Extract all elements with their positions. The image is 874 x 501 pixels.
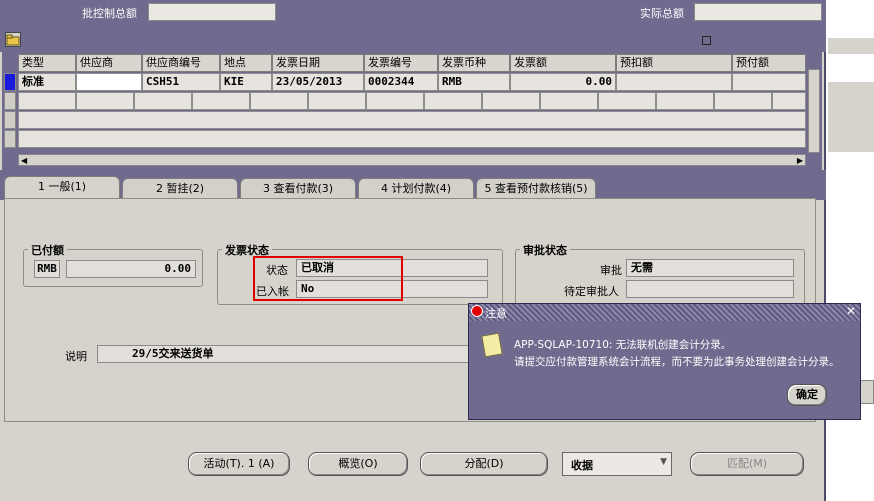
table-row[interactable] <box>18 111 806 129</box>
close-icon[interactable]: ✕ <box>846 304 856 318</box>
receipt-select-value: 收据 <box>571 459 593 472</box>
paid-currency: RMB <box>34 260 60 278</box>
cell-invoice-date[interactable]: 23/05/2013 <box>272 73 364 91</box>
col-header-invoice-date: 发票日期 <box>272 54 364 72</box>
background-window <box>828 0 874 501</box>
tab-view-payments[interactable]: 3 查看付款(3) <box>240 178 356 200</box>
toolbar-row <box>0 26 826 52</box>
row-indicator-current[interactable] <box>4 73 16 91</box>
dialog-title: 注意 <box>485 307 507 320</box>
paid-group-title: 已付额 <box>28 242 67 258</box>
oracle-icon <box>471 305 483 317</box>
background-strip <box>828 38 874 54</box>
col-header-invoice-amount: 发票额 <box>510 54 616 72</box>
pending-approver-label: 待定审批人 <box>564 285 619 298</box>
dialog-message-line1: APP-SQLAP-10710: 无法联机创建会计分录。 <box>514 339 732 351</box>
description-label: 说明 <box>65 350 87 363</box>
match-button[interactable]: 匹配(M) <box>690 452 804 476</box>
pending-approver-value <box>626 280 794 298</box>
ok-button[interactable]: 确定 <box>787 384 827 406</box>
approval-group: 审批状态 审批 无需 待定审批人 <box>515 242 805 305</box>
actual-total-field[interactable] <box>694 3 822 21</box>
dialog-message-line2: 请提交应付款管理系统会计流程，而不要为此事务处理创建会计分录。 <box>514 356 840 368</box>
batch-total-label: 批控制总额 <box>82 7 137 20</box>
row-indicator[interactable] <box>4 111 16 129</box>
row-indicator[interactable] <box>4 130 16 148</box>
folder-icon[interactable] <box>5 32 21 47</box>
col-header-supplier: 供应商 <box>76 54 142 72</box>
col-header-type: 类型 <box>18 54 76 72</box>
dialog-titlebar: 注意 ✕ <box>469 304 860 321</box>
col-header-currency: 发票币种 <box>438 54 510 72</box>
approval-title: 审批状态 <box>520 242 570 258</box>
cell-supplier[interactable] <box>76 73 142 91</box>
col-header-invoice-number: 发票编号 <box>364 54 438 72</box>
cell-site[interactable]: KIE <box>220 73 272 91</box>
highlight-box <box>253 256 403 301</box>
chevron-down-icon[interactable]: ▼ <box>660 457 667 467</box>
row-indicator[interactable] <box>4 92 16 110</box>
checkbox[interactable] <box>702 36 711 45</box>
cell-supplier-number[interactable]: CSH51 <box>142 73 220 91</box>
approval-value: 无需 <box>626 259 794 277</box>
col-header-withholding: 预扣额 <box>616 54 732 72</box>
tab-prepayment[interactable]: 5 查看预付款核销(5) <box>476 178 596 200</box>
horizontal-scrollbar[interactable]: ◀ ▶ <box>18 154 806 166</box>
actions-button[interactable]: 活动(T). 1 (A) <box>188 452 290 476</box>
cell-type[interactable]: 标准 <box>18 73 76 91</box>
notice-dialog: 注意 ✕ APP-SQLAP-10710: 无法联机创建会计分录。 请提交应付款… <box>468 303 861 420</box>
vertical-scrollbar[interactable] <box>808 69 820 153</box>
tab-hold[interactable]: 2 暂挂(2) <box>122 178 238 200</box>
distribute-button[interactable]: 分配(D) <box>420 452 548 476</box>
cell-invoice-number[interactable]: 0002344 <box>364 73 438 91</box>
scroll-right-icon[interactable]: ▶ <box>797 156 803 165</box>
table-row[interactable] <box>18 130 806 148</box>
paid-amount: 0.00 <box>66 260 196 278</box>
tab-scheduled-payments[interactable]: 4 计划付款(4) <box>358 178 474 200</box>
header-bar: 批控制总额 实际总额 <box>0 0 826 26</box>
description-field[interactable]: 29/5交来送货单 <box>97 345 497 363</box>
background-strip <box>828 82 874 152</box>
scroll-left-icon[interactable]: ◀ <box>21 156 27 165</box>
overview-button[interactable]: 概览(O) <box>308 452 408 476</box>
receipt-select[interactable]: 收据 ▼ <box>562 452 672 476</box>
cell-currency[interactable]: RMB <box>438 73 510 91</box>
actual-total-label: 实际总额 <box>640 7 684 20</box>
paid-group: 已付额 RMB 0.00 <box>23 242 203 287</box>
tab-bar: 1 一般(1) 2 暂挂(2) 3 查看付款(3) 4 计划付款(4) 5 查看… <box>0 170 826 202</box>
col-header-supplier-number: 供应商编号 <box>142 54 220 72</box>
cell-invoice-amount[interactable]: 0.00 <box>510 73 616 91</box>
cell-withholding[interactable] <box>616 73 732 91</box>
approval-label: 审批 <box>600 264 622 277</box>
invoice-grid: 类型 供应商 供应商编号 地点 发票日期 发票编号 发票币种 发票额 预扣额 预… <box>2 52 822 170</box>
note-icon <box>481 332 503 358</box>
cell-prepaid[interactable] <box>732 73 806 91</box>
col-header-prepaid: 预付额 <box>732 54 806 72</box>
batch-total-field[interactable] <box>148 3 276 21</box>
table-row[interactable] <box>18 92 806 110</box>
col-header-site: 地点 <box>220 54 272 72</box>
